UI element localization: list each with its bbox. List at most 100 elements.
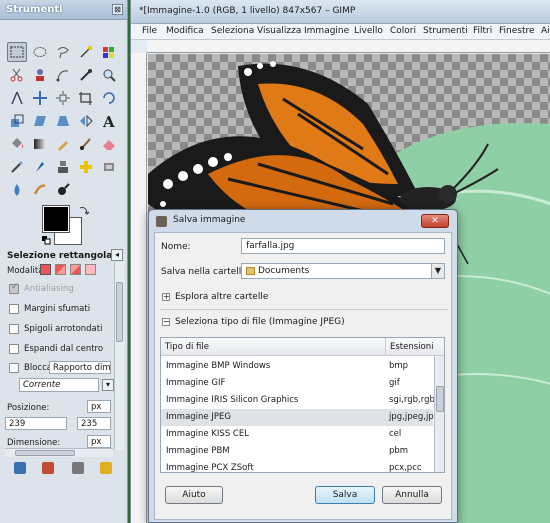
menu-filtri[interactable]: Filtri bbox=[473, 26, 492, 36]
panel-menu-button[interactable]: ◂ bbox=[111, 249, 123, 261]
shear-tool[interactable] bbox=[30, 111, 50, 131]
blur-tool[interactable] bbox=[7, 180, 27, 200]
column-header-extensions[interactable]: Estensioni bbox=[385, 338, 444, 356]
position-x-input[interactable]: 239 bbox=[5, 417, 67, 430]
delete-options-icon[interactable] bbox=[72, 462, 84, 474]
ratio-dropdown-button[interactable]: ▾ bbox=[102, 379, 114, 391]
bucket-fill-tool[interactable] bbox=[7, 134, 27, 154]
airbrush-tool[interactable] bbox=[7, 157, 27, 177]
close-icon[interactable]: ⊠ bbox=[112, 4, 123, 15]
ink-tool[interactable] bbox=[30, 157, 50, 177]
table-vertical-scrollbar[interactable] bbox=[434, 356, 444, 472]
free-select-tool[interactable] bbox=[53, 42, 73, 62]
fuzzy-select-tool[interactable] bbox=[76, 42, 96, 62]
table-row[interactable]: Immagine GIF gif bbox=[161, 375, 433, 392]
vertical-ruler[interactable] bbox=[131, 53, 147, 523]
collapse-minus-icon: − bbox=[162, 316, 170, 326]
menu-seleziona[interactable]: Seleziona bbox=[211, 26, 254, 36]
menu-strumenti[interactable]: Strumenti bbox=[423, 26, 468, 36]
table-row[interactable]: Immagine BMP Windows bmp bbox=[161, 358, 433, 375]
file-type-expander[interactable]: − Seleziona tipo di file (Immagine JPEG) bbox=[162, 317, 345, 327]
current-ratio-field[interactable]: Corrente bbox=[19, 378, 99, 392]
crop-tool[interactable] bbox=[76, 88, 96, 108]
menu-finestre[interactable]: Finestre bbox=[499, 26, 535, 36]
rounded-corners-checkbox[interactable] bbox=[9, 324, 19, 334]
align-tool[interactable] bbox=[53, 88, 73, 108]
menu-immagine[interactable]: Immagine bbox=[304, 26, 349, 36]
color-picker-tool[interactable] bbox=[76, 65, 96, 85]
options-horizontal-scrollbar[interactable] bbox=[5, 448, 113, 457]
options-vertical-scrollbar[interactable] bbox=[114, 262, 124, 450]
table-row[interactable]: Immagine KISS CEL cel bbox=[161, 426, 433, 443]
flip-tool[interactable] bbox=[76, 111, 96, 131]
default-colors-icon[interactable] bbox=[42, 236, 51, 245]
folder-icon bbox=[246, 267, 255, 275]
menu-file[interactable]: File bbox=[142, 26, 157, 36]
column-header-type[interactable]: Tipo di file bbox=[161, 338, 385, 356]
folder-select[interactable]: Documents ▼ bbox=[241, 263, 445, 279]
foreground-select-tool[interactable] bbox=[30, 65, 50, 85]
browse-folders-expander[interactable]: + Esplora altre cartelle bbox=[162, 292, 268, 302]
menu-visualizza[interactable]: Visualizza bbox=[257, 26, 301, 36]
perspective-clone-tool[interactable] bbox=[99, 157, 119, 177]
paths-tool[interactable] bbox=[53, 65, 73, 85]
scrollbar-thumb[interactable] bbox=[15, 450, 75, 456]
scissors-select-tool[interactable] bbox=[7, 65, 27, 85]
mode-replace-button[interactable] bbox=[40, 264, 51, 275]
menu-modifica[interactable]: Modifica bbox=[166, 26, 204, 36]
rotate-tool[interactable] bbox=[99, 88, 119, 108]
blend-tool[interactable] bbox=[30, 134, 50, 154]
foreground-color-swatch[interactable] bbox=[42, 205, 70, 233]
table-row[interactable]: Immagine JPEG jpg,jpeg,jpe bbox=[161, 409, 435, 426]
ellipse-select-tool[interactable] bbox=[30, 42, 50, 62]
dimension-unit-select[interactable]: px bbox=[87, 435, 111, 448]
perspective-tool[interactable] bbox=[53, 111, 73, 131]
mode-subtract-button[interactable] bbox=[70, 264, 81, 275]
pencil-tool[interactable] bbox=[53, 134, 73, 154]
rect-select-tool[interactable] bbox=[7, 42, 27, 62]
restore-options-icon[interactable] bbox=[42, 462, 54, 474]
position-unit-select[interactable]: px bbox=[87, 400, 111, 413]
paintbrush-tool[interactable] bbox=[76, 134, 96, 154]
position-y-input[interactable]: 235 bbox=[77, 417, 111, 430]
antialiasing-checkbox[interactable] bbox=[9, 282, 19, 294]
save-button[interactable]: Salva bbox=[315, 486, 375, 504]
swap-colors-icon[interactable] bbox=[79, 205, 89, 215]
scrollbar-thumb[interactable] bbox=[436, 386, 444, 412]
dialog-title: Salva immagine bbox=[173, 215, 246, 225]
table-row[interactable]: Immagine PCX ZSoft pcx,pcc bbox=[161, 460, 433, 472]
close-icon[interactable]: ✕ bbox=[421, 214, 449, 228]
smudge-tool[interactable] bbox=[30, 180, 50, 200]
feather-checkbox[interactable] bbox=[9, 304, 19, 314]
eraser-tool[interactable] bbox=[99, 134, 119, 154]
cancel-button[interactable]: Annulla bbox=[382, 486, 442, 504]
measure-tool[interactable] bbox=[7, 88, 27, 108]
menu-colori[interactable]: Colori bbox=[390, 26, 416, 36]
table-row[interactable]: Immagine IRIS Silicon Graphics sgi,rgb,rg… bbox=[161, 392, 435, 409]
move-tool[interactable] bbox=[30, 88, 50, 108]
heal-tool[interactable] bbox=[76, 157, 96, 177]
save-options-icon[interactable] bbox=[14, 462, 26, 474]
lock-checkbox[interactable] bbox=[9, 363, 19, 373]
zoom-tool[interactable] bbox=[99, 65, 119, 85]
menu-aiuto[interactable]: Aiu bbox=[541, 26, 550, 36]
reset-options-icon[interactable] bbox=[100, 462, 112, 474]
expand-center-checkbox[interactable] bbox=[9, 344, 19, 354]
color-area[interactable] bbox=[42, 205, 92, 245]
scale-tool[interactable] bbox=[7, 111, 27, 131]
clone-tool[interactable] bbox=[53, 157, 73, 177]
gradient-icon bbox=[34, 139, 46, 149]
select-by-color-tool[interactable] bbox=[99, 42, 119, 62]
text-tool[interactable]: A bbox=[99, 111, 119, 131]
lock-mode-select[interactable]: Rapporto dimensi bbox=[49, 361, 111, 374]
scrollbar-thumb[interactable] bbox=[116, 282, 123, 342]
table-row[interactable]: Immagine PBM pbm bbox=[161, 443, 433, 460]
mode-intersect-button[interactable] bbox=[85, 264, 96, 275]
help-button[interactable]: Aiuto bbox=[165, 486, 223, 504]
menu-livello[interactable]: Livello bbox=[354, 26, 383, 36]
dodge-burn-tool[interactable] bbox=[53, 180, 73, 200]
mode-add-button[interactable] bbox=[55, 264, 66, 275]
horizontal-ruler[interactable] bbox=[147, 40, 550, 53]
filename-input[interactable]: farfalla.jpg bbox=[241, 238, 445, 254]
chevron-down-icon[interactable]: ▼ bbox=[431, 264, 444, 278]
